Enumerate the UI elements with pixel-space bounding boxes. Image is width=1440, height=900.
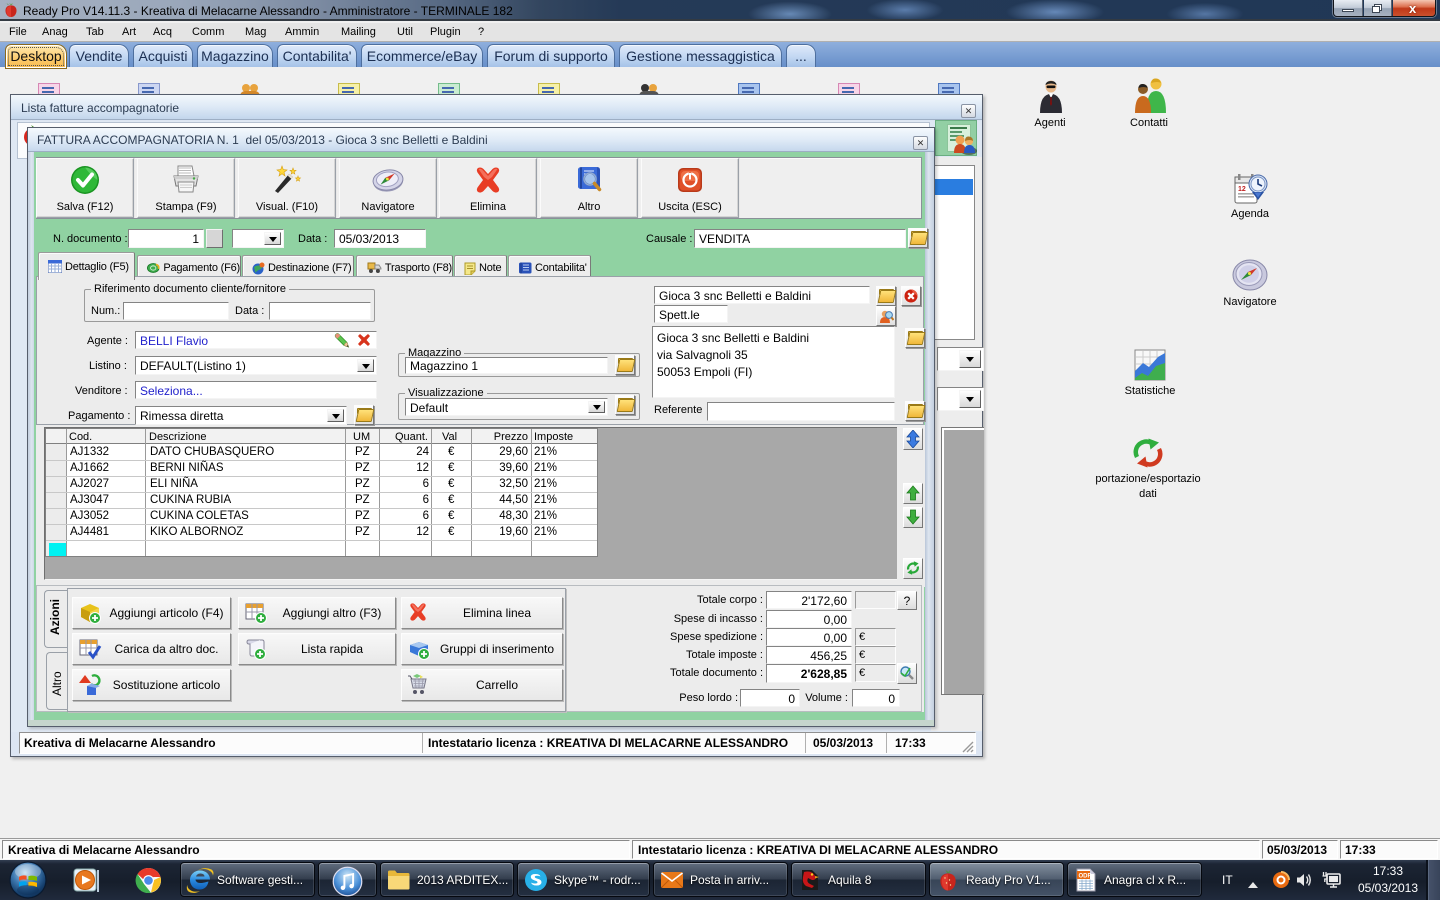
svg-text:12: 12	[1238, 186, 1246, 193]
svg-text:ODF: ODF	[1079, 874, 1092, 880]
